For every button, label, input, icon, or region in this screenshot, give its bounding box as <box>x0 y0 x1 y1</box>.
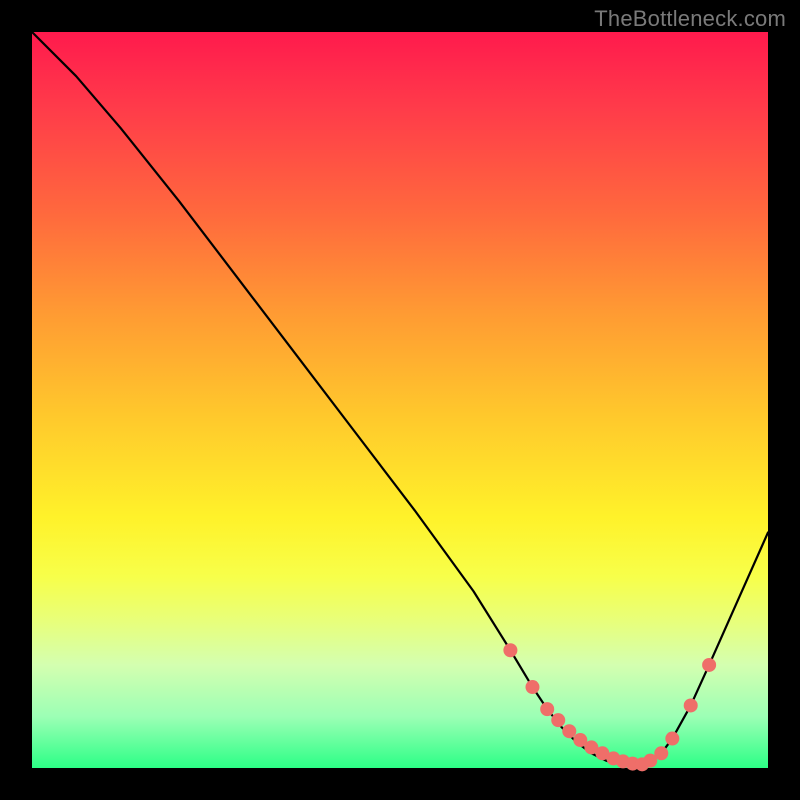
highlight-marker <box>654 746 668 760</box>
chart-frame: TheBottleneck.com <box>0 0 800 800</box>
highlight-marker <box>562 724 576 738</box>
highlight-marker <box>684 698 698 712</box>
highlight-band-markers <box>503 643 716 771</box>
bottleneck-curve <box>32 32 768 764</box>
highlight-marker <box>702 658 716 672</box>
highlight-marker <box>665 732 679 746</box>
chart-overlay <box>32 32 768 768</box>
highlight-marker <box>551 713 565 727</box>
attribution-label: TheBottleneck.com <box>594 6 786 32</box>
highlight-marker <box>525 680 539 694</box>
highlight-marker <box>503 643 517 657</box>
highlight-marker <box>540 702 554 716</box>
